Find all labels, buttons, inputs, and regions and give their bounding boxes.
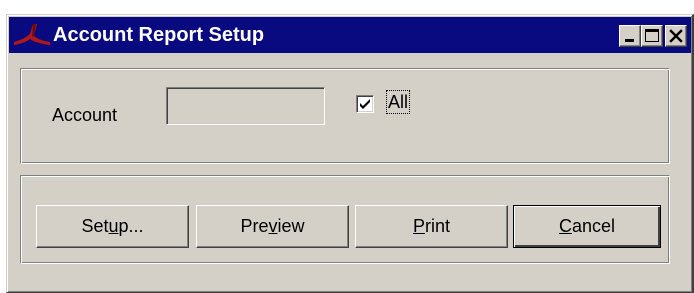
account-input[interactable] — [166, 87, 325, 125]
preview-label-rest: iew — [277, 216, 305, 236]
close-icon[interactable] — [665, 25, 687, 47]
checkmark-icon — [360, 99, 370, 109]
print-label-rest: rint — [425, 216, 451, 236]
account-group-box — [20, 68, 670, 164]
title-bar[interactable]: Account Report Setup — [9, 17, 691, 53]
setup-mnemonic: u — [108, 216, 119, 236]
maximize-icon[interactable] — [641, 25, 663, 47]
cancel-button[interactable]: Cancel — [513, 205, 661, 248]
print-mnemonic: P — [412, 216, 425, 236]
app-logo-icon — [12, 20, 52, 50]
minimize-icon[interactable] — [619, 25, 641, 47]
cancel-label-rest: ancel — [571, 216, 616, 236]
setup-label-part: Set — [81, 216, 109, 236]
setup-button[interactable]: Setup... — [36, 205, 189, 248]
all-checkbox[interactable] — [356, 95, 374, 113]
all-checkbox-label[interactable]: All — [385, 90, 411, 114]
setup-label-rest: p... — [118, 216, 144, 236]
print-button[interactable]: Print — [355, 205, 508, 248]
window-title: Account Report Setup — [53, 24, 265, 46]
preview-mnemonic: v — [268, 216, 278, 236]
cancel-mnemonic: C — [558, 216, 572, 236]
preview-button[interactable]: Preview — [196, 205, 349, 248]
account-label: Account — [52, 105, 118, 125]
preview-label-part: Pre — [240, 216, 269, 236]
